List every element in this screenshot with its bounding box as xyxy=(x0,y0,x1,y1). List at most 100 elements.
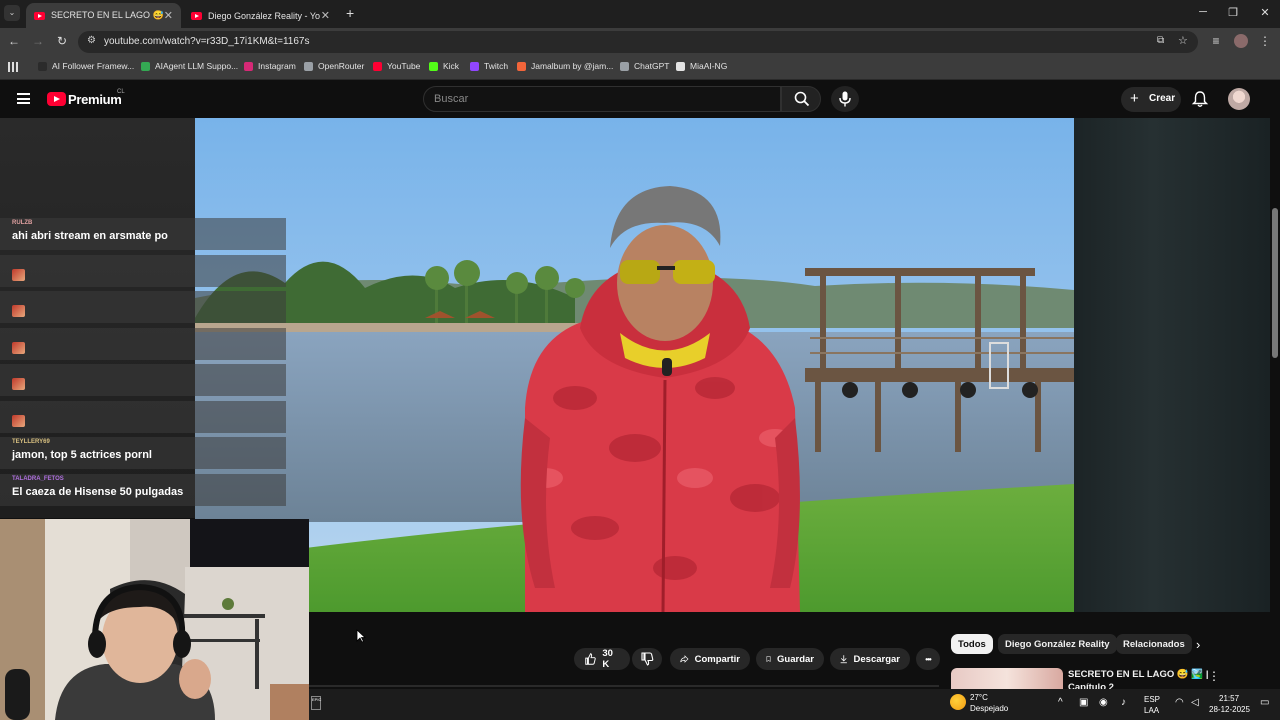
chat-message-text: El caeza de Hisense 50 pulgadas xyxy=(12,486,184,498)
tab-secreto-en-el-lago[interactable]: SECRETO EN EL LAGO 😅 🏞️ | C ✕ xyxy=(26,3,181,28)
search-button[interactable] xyxy=(781,86,821,112)
filter-chip[interactable]: Diego González Reality xyxy=(998,634,1117,654)
chat-message: TALADRA_FETOS El caeza de Hisense 50 pulg… xyxy=(0,474,286,506)
youtube-favicon-icon xyxy=(191,11,202,20)
share-icon xyxy=(680,655,689,663)
scrollbar-thumb[interactable] xyxy=(1272,208,1278,358)
youtube-premium-logo[interactable]: Premium xyxy=(68,92,122,107)
bookmark-favicon-icon xyxy=(470,61,479,71)
bookmark-favicon-icon xyxy=(244,61,253,71)
youtube-favicon-icon xyxy=(34,11,45,20)
bookmarks-bar: AI Follower Framew... AIAgent LLM Suppo..… xyxy=(0,56,1280,80)
clock-time[interactable]: 21:57 xyxy=(1219,694,1239,703)
bookmark-item[interactable]: AIAgent LLM Suppo... xyxy=(141,61,238,71)
search-input[interactable]: Buscar xyxy=(423,86,781,112)
recommended-more-icon[interactable]: ⋮ xyxy=(1208,669,1220,683)
tray-app-icon-1[interactable]: ▣ xyxy=(1079,697,1088,708)
install-app-icon[interactable]: ⧉ xyxy=(1157,35,1164,46)
chat-emote-icon xyxy=(12,415,25,427)
chat-message: RULZB ahi abri stream en arsmate po xyxy=(0,218,286,250)
close-window-icon[interactable]: ✕ xyxy=(1250,6,1280,19)
clock-date[interactable]: 28-12-2025 xyxy=(1209,705,1250,714)
wifi-icon[interactable]: ◠ xyxy=(1175,697,1184,708)
close-tab-icon[interactable]: ✕ xyxy=(321,9,330,22)
bookmark-item[interactable]: OpenRouter xyxy=(304,61,364,71)
media-control-icon[interactable]: ≡ xyxy=(1207,34,1225,48)
chat-message xyxy=(0,364,286,396)
site-info-icon[interactable]: ⚙ xyxy=(87,35,96,46)
recommended-thumbnail[interactable] xyxy=(951,668,1063,690)
voice-search-button[interactable] xyxy=(831,86,859,112)
dislike-button[interactable] xyxy=(632,648,662,670)
download-button[interactable]: Descargar xyxy=(830,648,910,670)
new-tab-button[interactable]: + xyxy=(346,5,354,21)
weather-temp[interactable]: 27°C xyxy=(970,693,988,702)
reload-icon[interactable]: ↻ xyxy=(53,34,71,48)
bookmark-item[interactable]: AI Follower Framew... xyxy=(38,61,134,71)
filter-chip[interactable]: Relacionados xyxy=(1116,634,1192,654)
bookmark-item[interactable]: Instagram xyxy=(244,61,296,71)
chat-message xyxy=(0,255,286,287)
thumbs-up-icon xyxy=(585,653,596,665)
save-button[interactable]: Guardar xyxy=(756,648,824,670)
video-side-blur-right xyxy=(1074,118,1270,612)
tray-mic-icon[interactable]: ♪ xyxy=(1121,697,1126,708)
chat-emote-icon xyxy=(12,305,25,317)
chat-message xyxy=(0,401,286,433)
tab-search-button[interactable]: ⌄ xyxy=(4,5,20,21)
bookmark-favicon-icon xyxy=(304,61,313,71)
chat-message-text: ahi abri stream en arsmate po xyxy=(12,230,168,242)
language-code[interactable]: ESP xyxy=(1144,695,1160,704)
forward-icon[interactable]: → xyxy=(29,34,47,48)
country-code: CL xyxy=(117,89,125,95)
bookmark-item[interactable]: MiaAI-NG xyxy=(676,61,727,71)
chat-message xyxy=(0,291,286,323)
chips-next-icon[interactable]: › xyxy=(1196,637,1200,652)
bookmark-item[interactable]: Jamalbum by @jam... xyxy=(517,61,613,71)
bookmark-item[interactable]: Kick xyxy=(429,61,459,71)
like-count: 30 K xyxy=(602,648,613,670)
filter-chip[interactable]: Todos xyxy=(951,634,993,654)
video-player[interactable] xyxy=(195,118,1074,612)
download-icon xyxy=(840,655,847,664)
bookmark-item[interactable]: ChatGPT xyxy=(620,61,669,71)
back-icon[interactable]: ← xyxy=(5,34,23,48)
restore-icon[interactable]: ❐ xyxy=(1218,6,1248,19)
profile-icon[interactable] xyxy=(1234,34,1248,48)
browser-toolbar: ← → ↻ ⚙ youtube.com/watch?v=r33D_17i1KM&… xyxy=(0,28,1280,56)
menu-icon[interactable] xyxy=(17,93,30,104)
share-button[interactable]: Compartir xyxy=(670,648,750,670)
notifications-bell-icon[interactable] xyxy=(1191,90,1209,108)
volume-icon[interactable]: ◁ xyxy=(1191,697,1199,708)
weather-icon[interactable] xyxy=(950,694,966,710)
thumbs-down-icon xyxy=(641,652,654,666)
more-actions-button[interactable]: ••• xyxy=(916,648,940,670)
notification-center-icon[interactable]: ▭ xyxy=(1260,697,1269,708)
tab-diego-gonzalez-reality[interactable]: Diego González Reality - YouTu ✕ xyxy=(183,3,338,28)
address-bar[interactable]: ⚙ youtube.com/watch?v=r33D_17i1KM&t=1167… xyxy=(78,31,1198,53)
minimize-icon[interactable]: ─ xyxy=(1188,6,1218,18)
recommended-title[interactable]: SECRETO EN EL LAGO 😅 🏞️ | xyxy=(1068,669,1209,680)
weather-desc[interactable]: Despejado xyxy=(970,704,1008,713)
like-button[interactable]: 30 K xyxy=(574,648,630,670)
bookmark-star-icon[interactable]: ☆ xyxy=(1178,34,1188,47)
epic-games-icon[interactable]: EPIC xyxy=(311,696,321,710)
account-avatar[interactable] xyxy=(1228,88,1250,110)
browser-menu-icon[interactable]: ⋮ xyxy=(1256,34,1274,48)
apps-grid-icon[interactable] xyxy=(8,62,18,72)
youtube-logo-icon[interactable] xyxy=(47,92,66,106)
chat-message-text: jamon, top 5 actrices pornl xyxy=(12,449,152,461)
tray-app-icon-2[interactable]: ◉ xyxy=(1099,697,1108,708)
close-tab-icon[interactable]: ✕ xyxy=(164,9,173,22)
recommended-subtitle[interactable]: Capítulo 2 xyxy=(1068,682,1114,689)
player-progress-track[interactable] xyxy=(309,685,939,687)
chat-username: TALADRA_FETOS xyxy=(12,476,64,482)
keyboard-layout[interactable]: LAA xyxy=(1144,706,1159,715)
chat-emote-icon xyxy=(12,342,25,354)
bookmark-favicon-icon xyxy=(517,61,526,71)
bookmark-favicon-icon xyxy=(429,61,438,71)
bookmark-item[interactable]: Twitch xyxy=(470,61,508,71)
bookmark-item[interactable]: YouTube xyxy=(373,61,420,71)
tray-overflow-icon[interactable]: ^ xyxy=(1058,697,1063,708)
create-button[interactable]: + Crear xyxy=(1121,87,1181,112)
